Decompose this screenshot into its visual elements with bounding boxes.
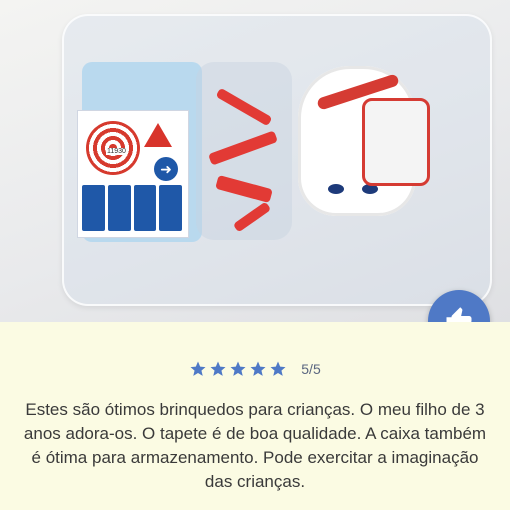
star-icon xyxy=(230,361,246,376)
review-panel: 5/5 Estes são ótimos brinquedos para cri… xyxy=(0,322,510,510)
red-part xyxy=(215,174,273,204)
traffic-sign-card: 11930 ➜ xyxy=(77,110,189,238)
plane-wing xyxy=(362,98,430,186)
plane-eye xyxy=(328,184,344,194)
star-icon xyxy=(270,361,286,376)
red-part xyxy=(215,87,273,127)
arrow-sign-icon: ➜ xyxy=(154,157,178,181)
red-parts-bag xyxy=(196,62,292,240)
star-rating: 5/5 xyxy=(0,360,510,378)
product-photo: 11930 ➜ xyxy=(0,0,510,322)
card-number: 11930 xyxy=(106,148,127,155)
star-icon xyxy=(190,361,206,376)
review-text: Estes são ótimos brinquedos para criança… xyxy=(23,400,487,491)
red-part xyxy=(208,130,278,166)
star-icon xyxy=(210,361,226,376)
warning-triangle-sign xyxy=(144,123,172,147)
red-part xyxy=(232,201,272,233)
blue-sign-row xyxy=(82,185,182,231)
star-icon xyxy=(250,361,266,376)
rating-score: 5/5 xyxy=(301,361,321,377)
